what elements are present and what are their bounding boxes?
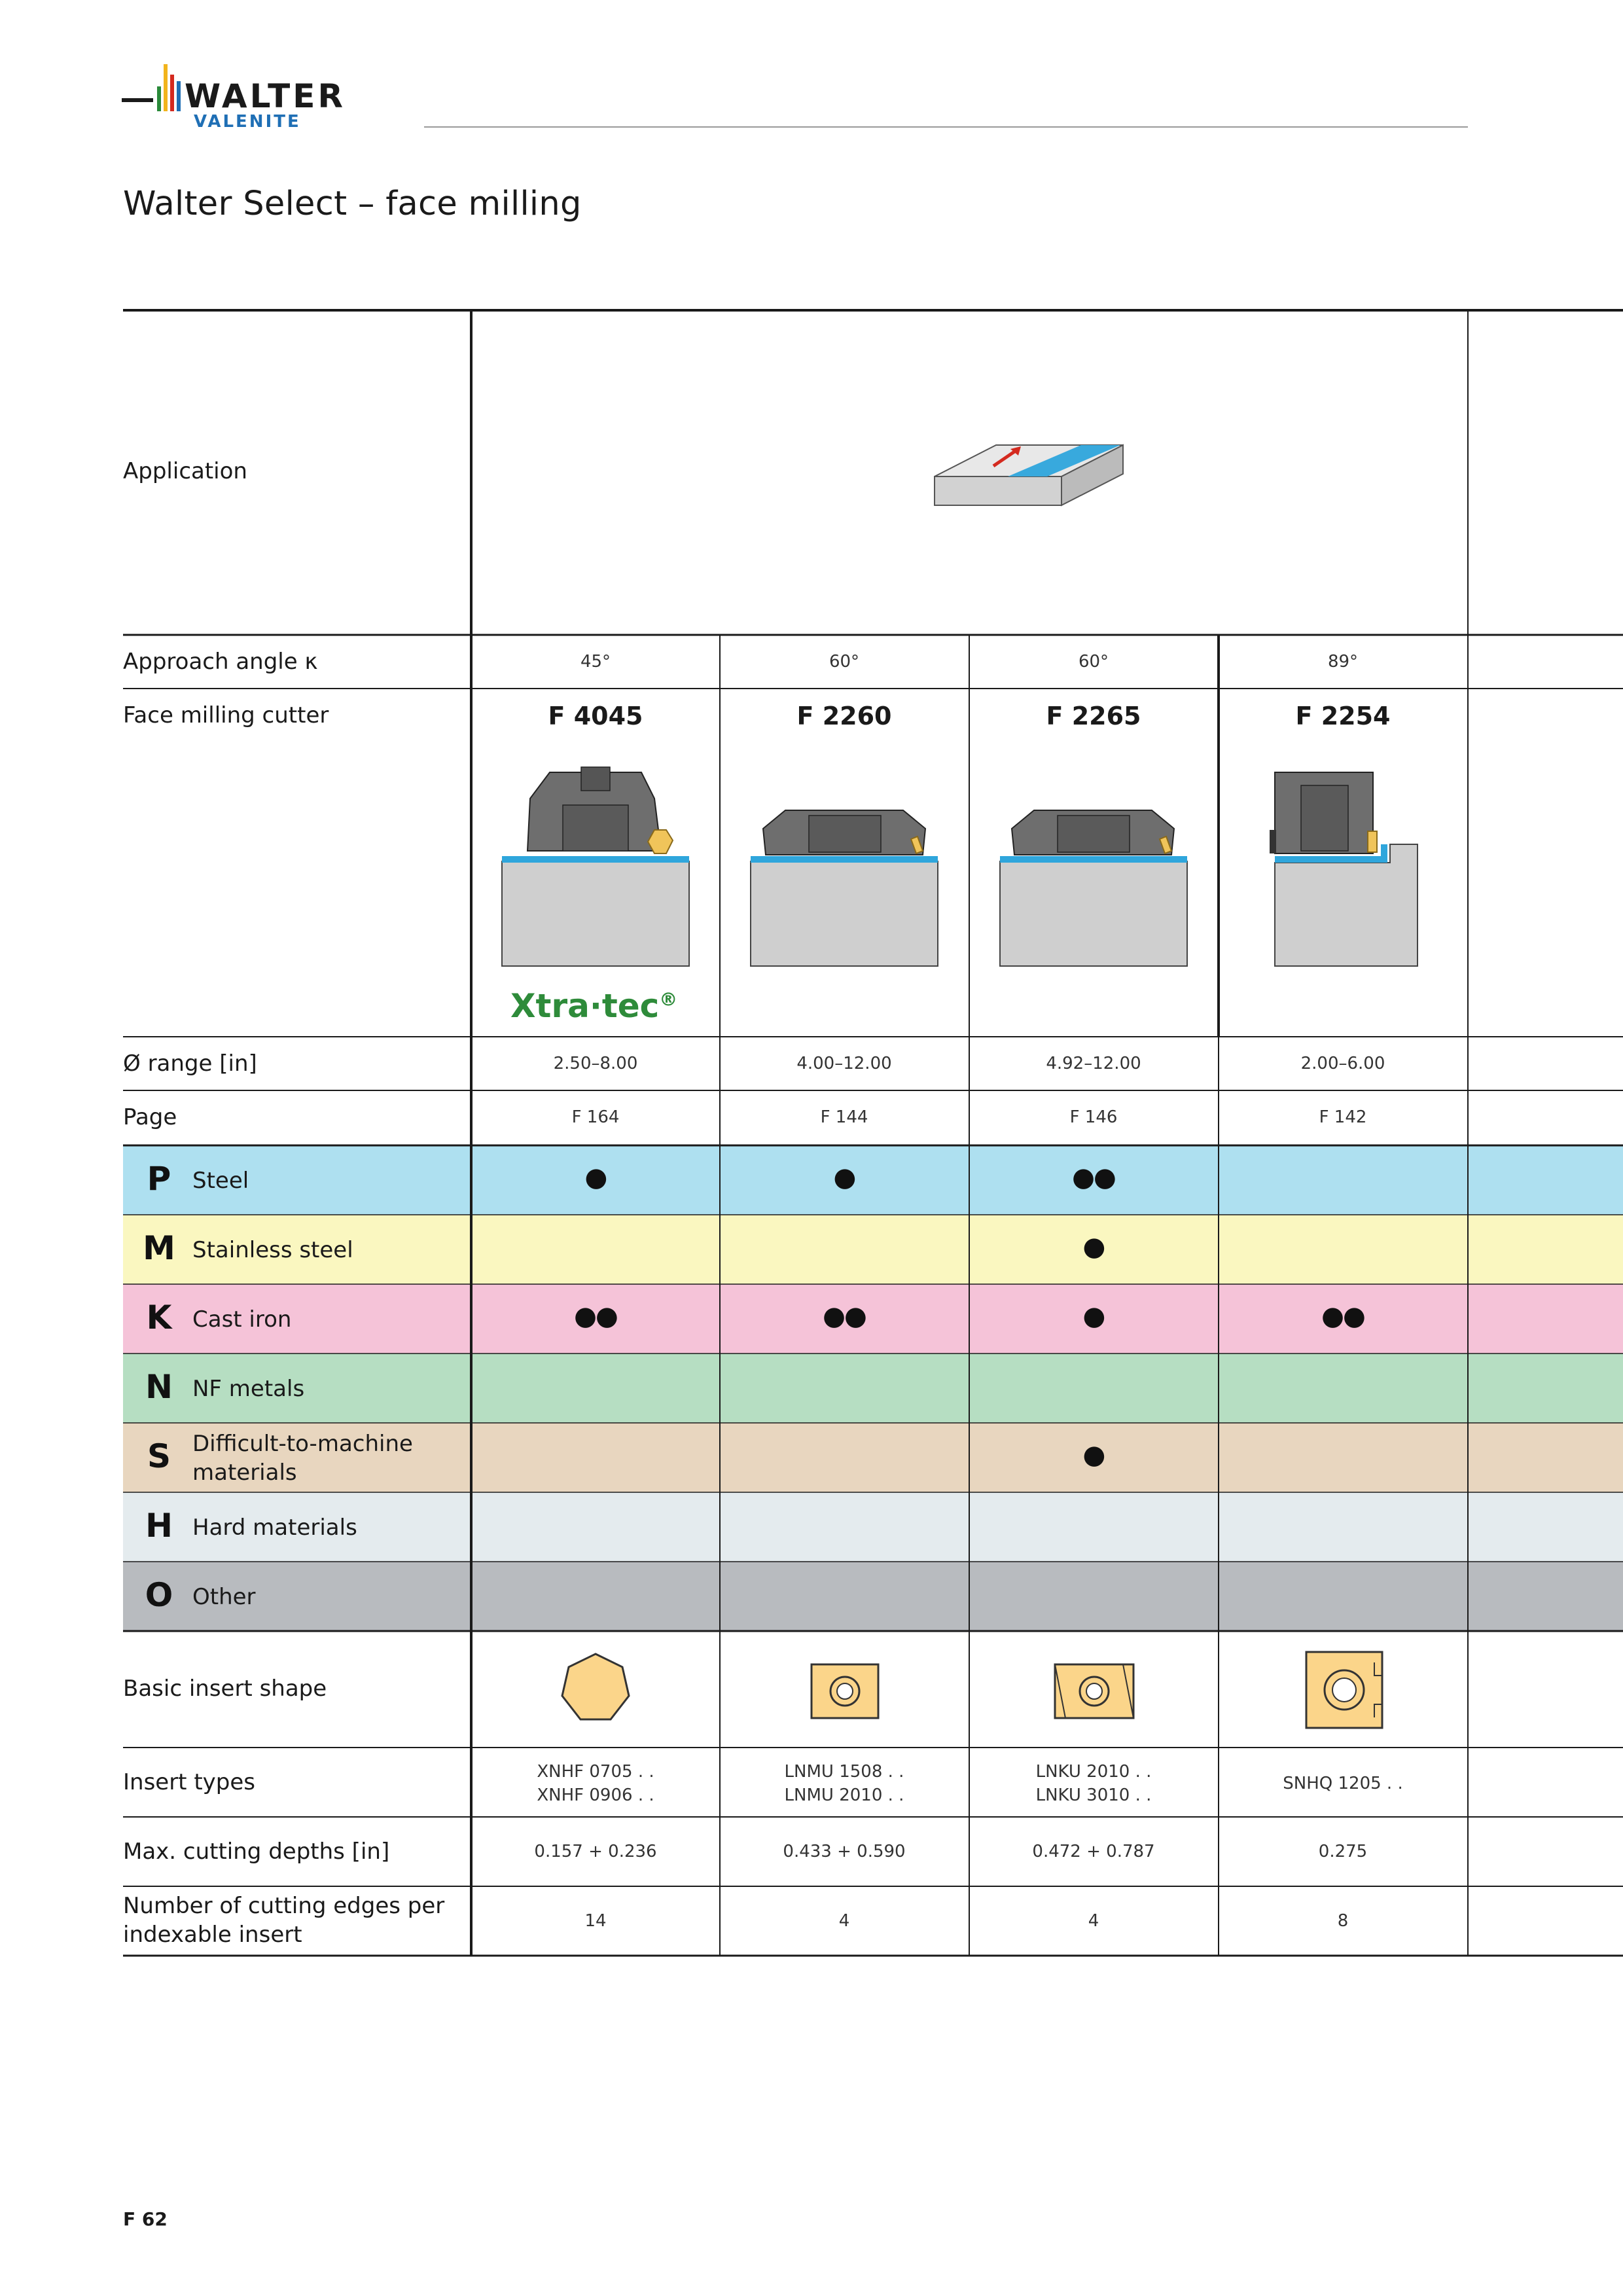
col3-mark-p: ●●: [1072, 1162, 1116, 1193]
col1-edges: 14: [584, 1911, 607, 1931]
row-label-application: Application: [123, 458, 247, 484]
col2-insert-type-1: LNMU 1508 . .: [784, 1762, 904, 1782]
material-name-difficult-line1: Difficult-to-machine: [192, 1431, 413, 1457]
material-row-bg-o: [123, 1562, 1623, 1631]
row-label-edges-line1: Number of cutting edges per: [123, 1893, 445, 1919]
col3-mark-s: ●: [1082, 1440, 1106, 1470]
col3-edges: 4: [1088, 1911, 1099, 1931]
material-letter-p: P: [147, 1160, 171, 1198]
col4-edges: 8: [1337, 1911, 1349, 1931]
material-name-stainless-steel: Stainless steel: [192, 1237, 353, 1263]
col3-page: F 146: [1069, 1107, 1118, 1127]
col2-angle: 60°: [829, 652, 860, 672]
col1-cutter-name: F 4045: [548, 702, 643, 730]
material-letter-k: K: [146, 1299, 172, 1336]
cutter-image-f2265: [999, 810, 1188, 967]
material-letter-n: N: [145, 1368, 173, 1406]
col3-insert-type-1: LNKU 2010 . .: [1035, 1762, 1152, 1782]
row-label-insert-types: Insert types: [123, 1769, 255, 1795]
col3-insert-type-2: LNKU 3010 . .: [1035, 1785, 1152, 1805]
application-face-milling-icon: [934, 444, 1124, 507]
col1-range: 2.50–8.00: [553, 1054, 638, 1073]
selection-table-grid: [123, 309, 1623, 1957]
row-label-approach-angle: Approach angle κ: [123, 649, 318, 675]
col3-mark-m: ●: [1082, 1232, 1106, 1262]
material-name-hard-materials: Hard materials: [192, 1515, 357, 1541]
col2-insert-type-2: LNMU 2010 . .: [784, 1785, 904, 1805]
row-label-edges-line2: indexable insert: [123, 1922, 302, 1948]
page-number: F 62: [123, 2208, 168, 2230]
material-letter-s: S: [147, 1437, 171, 1475]
material-name-cast-iron: Cast iron: [192, 1306, 292, 1333]
col1-depth: 0.157 + 0.236: [534, 1842, 657, 1861]
material-row-bg-n: [123, 1354, 1623, 1423]
col1-mark-p: ●: [584, 1162, 608, 1193]
row-label-max-depth: Max. cutting depths [in]: [123, 1839, 390, 1865]
col3-angle: 60°: [1078, 652, 1109, 672]
insert-shape-lnmu-icon: [810, 1663, 880, 1719]
cutter-image-f2254: [1270, 772, 1418, 967]
col2-depth: 0.433 + 0.590: [783, 1842, 906, 1861]
cutter-image-f2260: [750, 810, 938, 967]
xtratec-registered-mark: ®: [659, 988, 678, 1011]
col2-range: 4.00–12.00: [796, 1054, 892, 1073]
col4-cutter-name: F 2254: [1295, 702, 1391, 730]
col1-mark-k: ●●: [574, 1301, 618, 1331]
material-name-difficult-line2: materials: [192, 1460, 297, 1486]
col4-depth: 0.275: [1318, 1842, 1368, 1861]
col3-mark-k: ●: [1082, 1301, 1106, 1331]
insert-shape-heptagon-icon: [561, 1653, 630, 1721]
col2-mark-k: ●●: [823, 1301, 867, 1331]
col4-mark-k: ●●: [1321, 1301, 1366, 1331]
col3-range: 4.92–12.00: [1046, 1054, 1141, 1073]
row-label-cutter: Face milling cutter: [123, 702, 329, 728]
col4-page: F 142: [1319, 1107, 1367, 1127]
insert-shape-lnku-icon: [1054, 1663, 1135, 1719]
material-letter-o: O: [145, 1576, 173, 1614]
col2-mark-p: ●: [833, 1162, 857, 1193]
col2-page: F 144: [820, 1107, 868, 1127]
col3-cutter-name: F 2265: [1046, 702, 1141, 730]
col1-angle: 45°: [580, 652, 611, 672]
cutter-image-f4045: [501, 766, 690, 967]
col1-page: F 164: [571, 1107, 620, 1127]
col1-insert-type-2: XNHF 0906 . .: [537, 1785, 654, 1805]
col2-edges: 4: [838, 1911, 850, 1931]
col4-insert-type-1: SNHQ 1205 . .: [1283, 1774, 1403, 1793]
col2-cutter-name: F 2260: [796, 702, 892, 730]
material-letter-m: M: [143, 1229, 175, 1267]
row-label-page: Page: [123, 1104, 177, 1130]
material-name-nf-metals: NF metals: [192, 1376, 305, 1402]
col3-depth: 0.472 + 0.787: [1032, 1842, 1155, 1861]
col1-insert-type-1: XNHF 0705 . .: [537, 1762, 654, 1782]
col4-range: 2.00–6.00: [1300, 1054, 1385, 1073]
col4-angle: 89°: [1327, 652, 1359, 672]
row-label-range: Ø range [in]: [123, 1050, 257, 1077]
material-name-steel: Steel: [192, 1168, 249, 1194]
insert-shape-snhq-icon: [1305, 1651, 1383, 1729]
xtratec-text: Xtra·tec: [510, 987, 660, 1025]
row-label-insert-shape: Basic insert shape: [123, 1676, 327, 1702]
material-name-other: Other: [192, 1584, 256, 1610]
material-letter-h: H: [145, 1507, 173, 1545]
xtratec-badge: Xtra·tec®: [510, 987, 677, 1025]
